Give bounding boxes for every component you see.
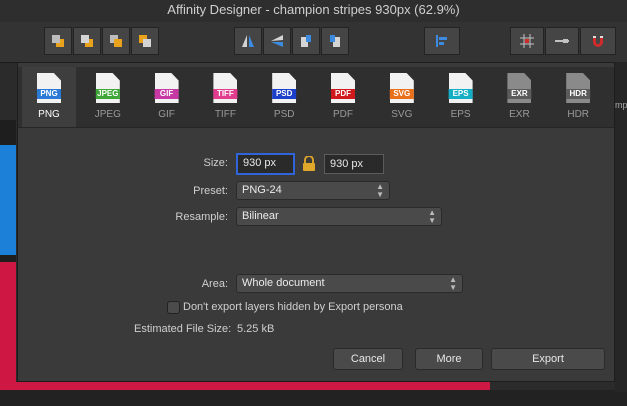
format-bar: PNG PNG JPEG JPEG GIF GIF TIFF TIFF PSD PSD PDF PDF… [18,67,614,128]
hidden-layers-checkbox[interactable] [167,301,180,314]
arrange-back-icon[interactable] [44,27,72,55]
format-jpeg[interactable]: JPEG JPEG [81,67,135,127]
format-tag: EPS [448,89,473,99]
file-png-icon: PNG [37,73,61,103]
format-tiff[interactable]: TIFF TIFF [198,67,252,127]
hidden-layers-label: Don't export layers hidden by Export per… [183,301,403,313]
file-jpeg-icon: JPEG [95,73,120,103]
format-hdr[interactable]: HDR HDR [551,67,605,127]
select-arrows-icon: ▲ ▼ [428,208,436,225]
format-label: PNG [38,109,60,120]
arrange-forward-icon[interactable] [102,27,130,55]
preset-label: Preset: [193,185,228,197]
arrange-front-icon[interactable] [131,27,159,55]
format-tag: HDR [566,89,591,99]
lock-icon[interactable] [302,155,316,177]
canvas-bottom-area [0,390,627,406]
format-label: PDF [333,109,353,120]
format-gif[interactable]: GIF GIF [140,67,194,127]
flip-horizontal-icon[interactable] [234,27,262,55]
width-field[interactable]: 930 px [236,153,295,175]
rotate-right-icon[interactable] [321,27,349,55]
height-field[interactable]: 930 px [324,154,384,174]
file-eps-icon: EPS [448,73,473,103]
file-hdr-icon: HDR [566,73,591,103]
select-arrows-icon: ▲ ▼ [376,182,384,199]
format-label: GIF [158,109,175,120]
format-eps[interactable]: EPS EPS [434,67,488,127]
right-panel-text: mpl [615,100,627,110]
format-label: TIFF [214,109,236,120]
area-label: Area: [201,278,228,290]
format-tag: PDF [331,89,355,99]
format-tag: PSD [272,89,297,99]
rotate-left-icon[interactable] [292,27,320,55]
format-pdf[interactable]: PDF PDF [316,67,370,127]
canvas-stripe-bottom [0,382,490,390]
area-select[interactable]: Whole document ▲ ▼ [236,274,463,293]
format-tag: GIF [154,89,179,99]
toolbar [0,22,627,63]
window-title: Affinity Designer - champion stripes 930… [167,2,460,17]
title-bar: Affinity Designer - champion stripes 930… [0,0,627,22]
right-panel-edge: mpl [615,62,627,392]
file-exr-icon: EXR [507,73,532,103]
cancel-button[interactable]: Cancel [333,348,403,370]
file-size-label: Estimated File Size: [134,323,232,335]
snapping-grid-icon[interactable] [510,27,544,55]
file-pdf-icon: PDF [331,73,355,103]
resample-label: Resample: [175,211,228,223]
preset-value: PNG-24 [242,184,282,196]
format-label: EPS [450,109,471,120]
area-value: Whole document [242,277,325,289]
preset-select[interactable]: PNG-24 ▲ ▼ [236,181,390,200]
format-exr[interactable]: EXR EXR [492,67,546,127]
format-label: PSD [273,109,295,120]
select-arrows-icon: ▲ ▼ [449,275,457,292]
export-dialog: PNG PNG JPEG JPEG GIF GIF TIFF TIFF PSD PSD PDF PDF… [17,62,615,382]
arrange-backward-icon[interactable] [73,27,101,55]
format-png[interactable]: PNG PNG [22,67,76,127]
resample-value: Bilinear [242,210,279,222]
file-svg-icon: SVG [389,73,414,103]
align-icon[interactable] [424,27,460,55]
export-button[interactable]: Export [491,348,605,370]
format-tag: TIFF [213,89,238,99]
format-psd[interactable]: PSD PSD [257,67,311,127]
format-label: JPEG [94,109,121,120]
size-label: Size: [203,157,228,169]
format-tag: JPEG [95,89,120,99]
format-label: HDR [567,109,590,120]
resample-select[interactable]: Bilinear ▲ ▼ [236,207,442,226]
format-tag: EXR [507,89,532,99]
format-label: EXR [509,109,530,120]
format-label: SVG [391,109,413,120]
more-button[interactable]: More [415,348,483,370]
canvas-stripe-blue [0,145,16,255]
format-tag: SVG [389,89,414,99]
magnet-icon[interactable] [580,27,616,55]
flip-vertical-icon[interactable] [263,27,291,55]
snapping-options-icon[interactable] [545,27,579,55]
canvas-stripe-red [0,262,16,382]
file-tiff-icon: TIFF [213,73,238,103]
file-gif-icon: GIF [154,73,179,103]
format-svg[interactable]: SVG SVG [375,67,429,127]
format-tag: PNG [37,89,61,99]
file-psd-icon: PSD [272,73,297,103]
file-size-value: 5.25 kB [237,323,275,335]
